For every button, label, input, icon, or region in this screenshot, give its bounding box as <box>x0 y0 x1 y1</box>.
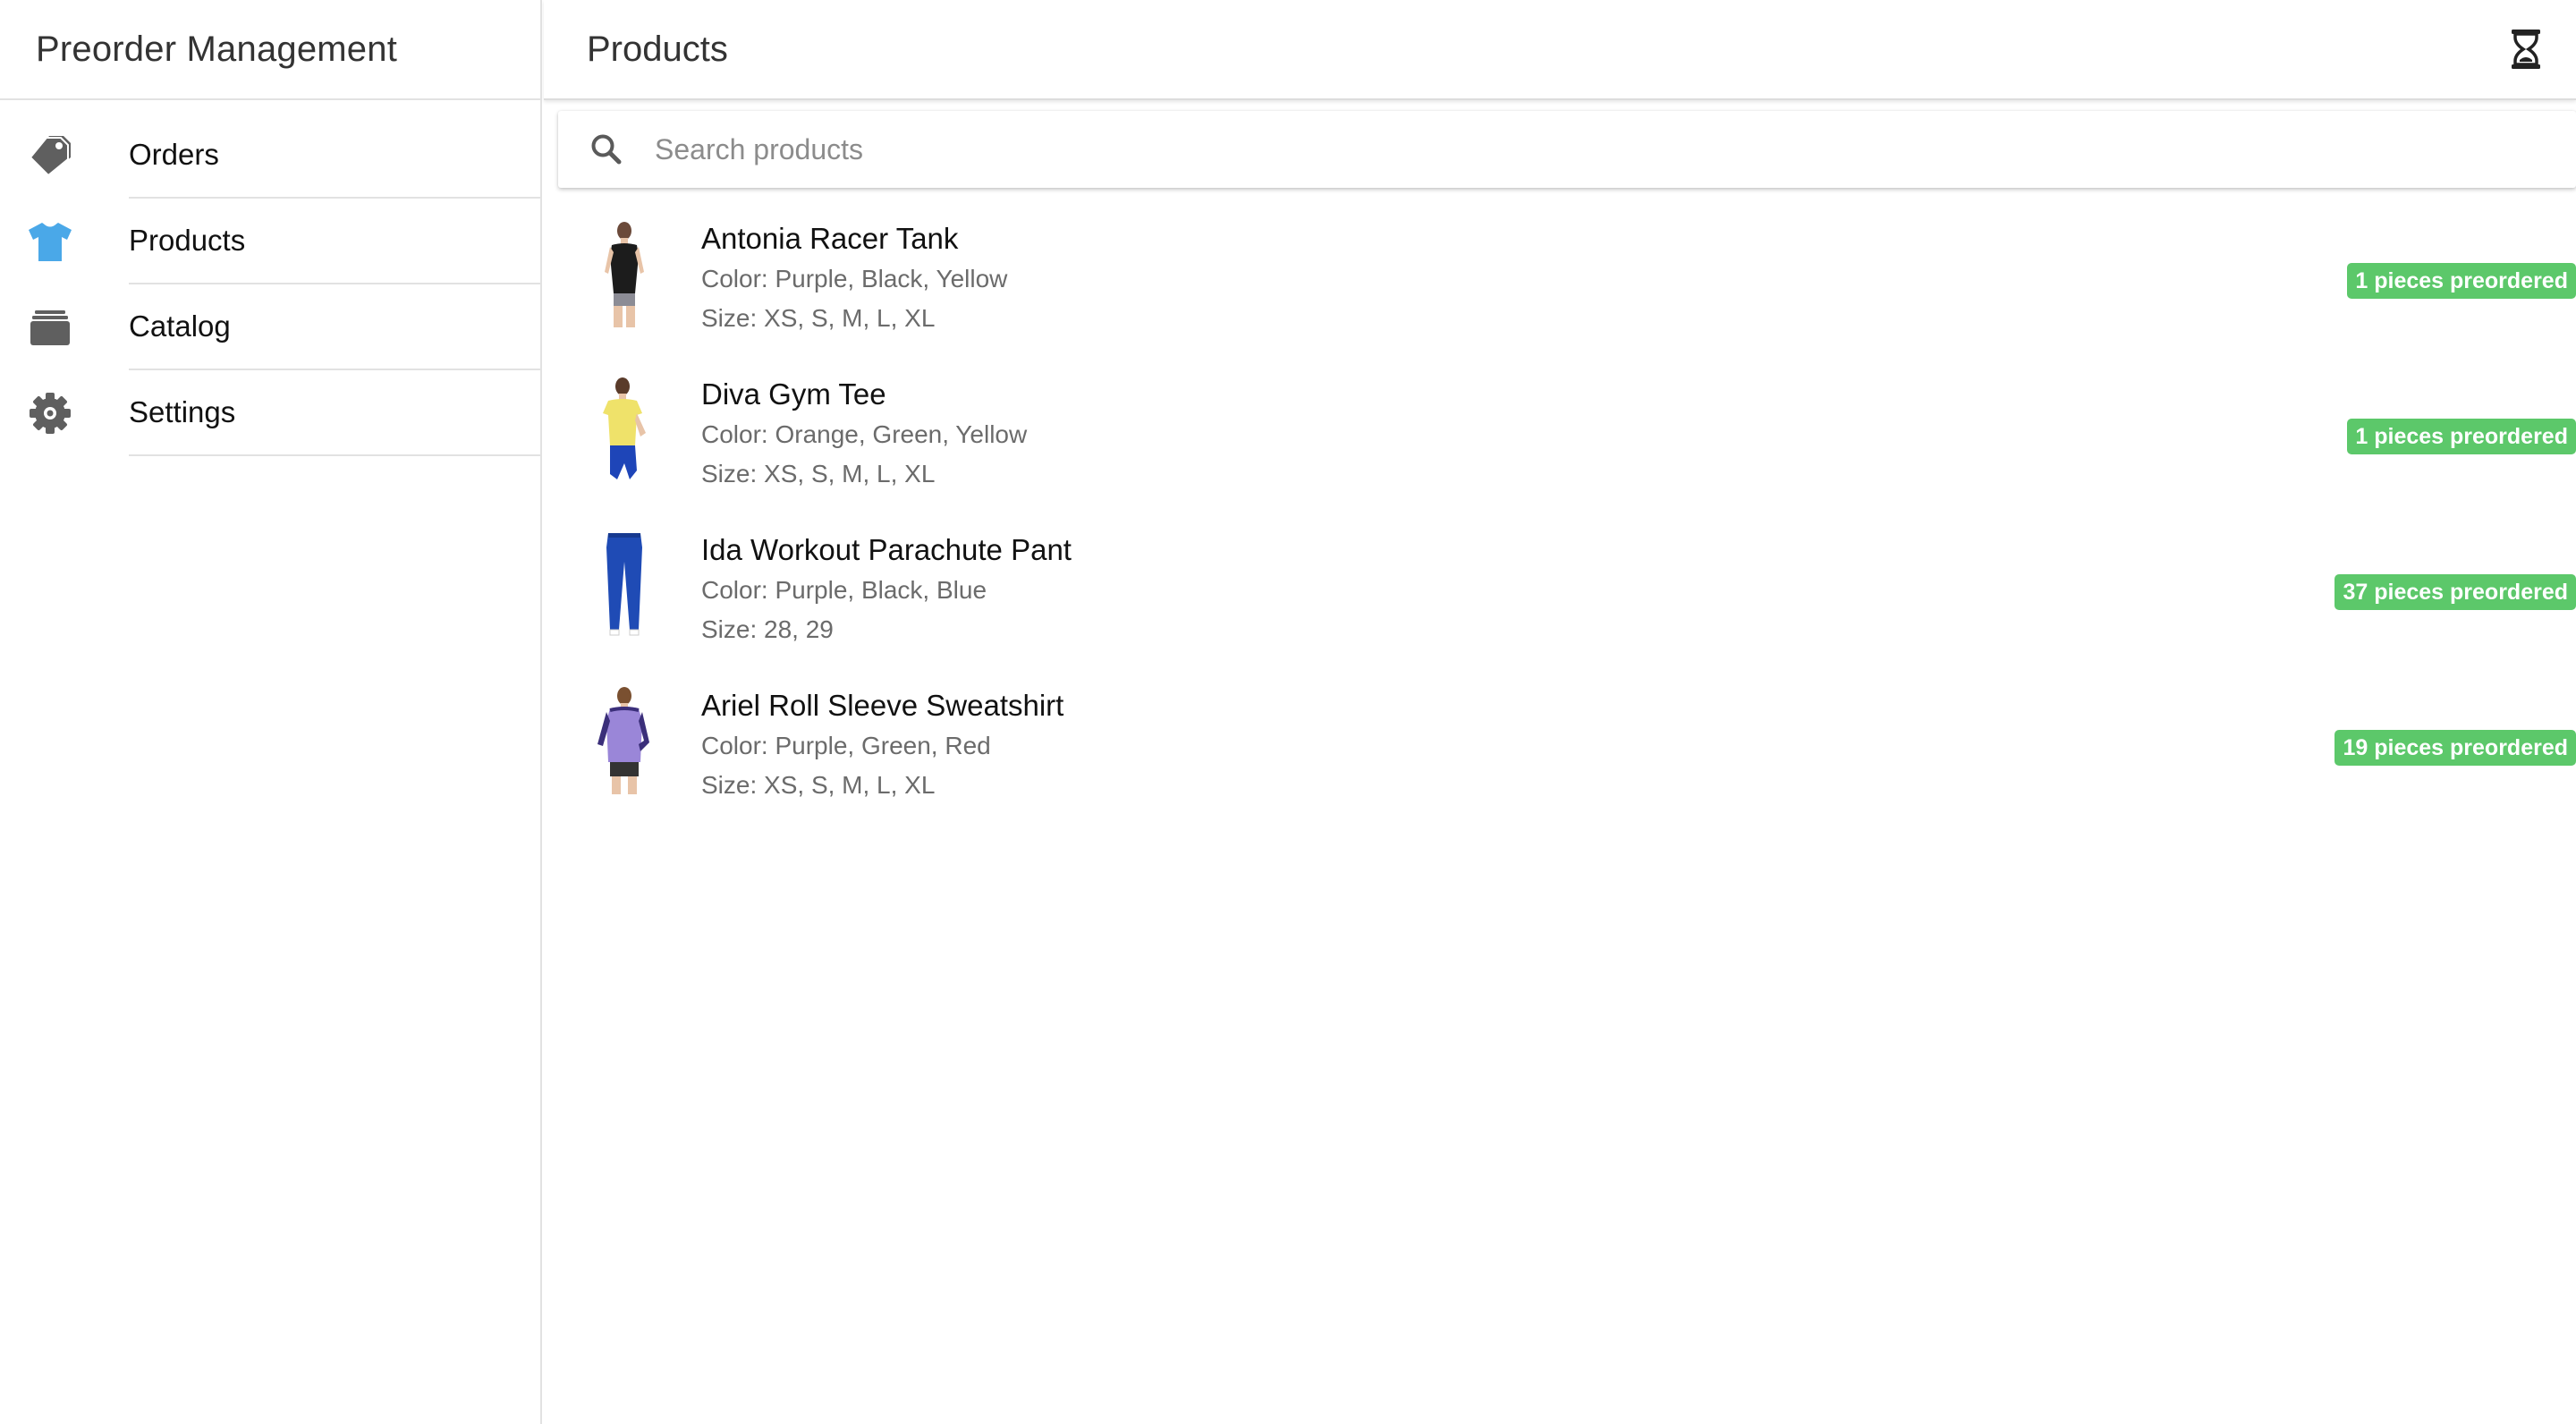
product-name: Ariel Roll Sleeve Sweatshirt <box>701 689 1064 722</box>
search-input[interactable] <box>655 123 2576 176</box>
tshirt-icon <box>27 220 73 263</box>
sidebar-item-label: Catalog <box>129 284 540 370</box>
app-window: Preorder Management Orders Products Cata… <box>0 0 2576 1424</box>
app-title: Preorder Management <box>36 29 398 69</box>
hourglass-icon[interactable] <box>2508 28 2544 71</box>
main-content: Products Search products Antonia Racer T… <box>544 0 2576 1424</box>
product-name: Antonia Racer Tank <box>701 222 959 255</box>
sidebar-item-catalog[interactable]: Catalog <box>0 284 540 370</box>
search-bar <box>558 111 2576 188</box>
sidebar-item-settings[interactable]: Settings <box>0 370 540 456</box>
product-thumbnail <box>589 685 660 796</box>
top-bar: Products <box>544 0 2576 100</box>
product-colors: Color: Orange, Green, Yellow <box>701 420 1028 448</box>
product-colors: Color: Purple, Green, Red <box>701 732 991 759</box>
product-row[interactable]: Ida Workout Parachute Pant Color: Purple… <box>544 517 2576 673</box>
search-icon[interactable] <box>589 131 624 167</box>
sidebar: Preorder Management Orders Products Cata… <box>0 0 542 1424</box>
sidebar-item-orders[interactable]: Orders <box>0 113 540 199</box>
gear-icon <box>27 392 73 435</box>
product-row[interactable]: Ariel Roll Sleeve Sweatshirt Color: Purp… <box>544 673 2576 828</box>
product-colors: Color: Purple, Black, Yellow <box>701 265 1008 292</box>
product-sizes: Size: 28, 29 <box>701 615 834 643</box>
sidebar-header: Preorder Management <box>0 0 540 100</box>
preorder-count-badge: 19 pieces preordered <box>2334 730 2576 766</box>
sidebar-item-products[interactable]: Products <box>0 199 540 284</box>
product-list: Antonia Racer Tank Color: Purple, Black,… <box>544 206 2576 828</box>
page-title: Products <box>587 29 728 69</box>
product-thumbnail <box>589 218 660 329</box>
tag-icon <box>27 134 73 177</box>
preorder-count-badge: 37 pieces preordered <box>2334 574 2576 610</box>
product-sizes: Size: XS, S, M, L, XL <box>701 460 936 487</box>
product-name: Ida Workout Parachute Pant <box>701 533 1072 566</box>
product-sizes: Size: XS, S, M, L, XL <box>701 304 936 332</box>
product-name: Diva Gym Tee <box>701 377 886 411</box>
preorder-count-badge: 1 pieces preordered <box>2347 263 2576 299</box>
sidebar-item-label: Orders <box>129 113 540 199</box>
product-row[interactable]: Diva Gym Tee Color: Orange, Green, Yello… <box>544 361 2576 517</box>
sidebar-nav: Orders Products Catalog Settings <box>0 113 540 456</box>
product-thumbnail <box>589 374 660 485</box>
sidebar-item-label: Products <box>129 199 540 284</box>
product-row[interactable]: Antonia Racer Tank Color: Purple, Black,… <box>544 206 2576 361</box>
sidebar-item-label: Settings <box>129 370 540 456</box>
product-colors: Color: Purple, Black, Blue <box>701 576 987 604</box>
preorder-count-badge: 1 pieces preordered <box>2347 419 2576 454</box>
product-thumbnail <box>589 530 660 640</box>
catalog-stack-icon <box>27 306 73 349</box>
product-sizes: Size: XS, S, M, L, XL <box>701 771 936 799</box>
